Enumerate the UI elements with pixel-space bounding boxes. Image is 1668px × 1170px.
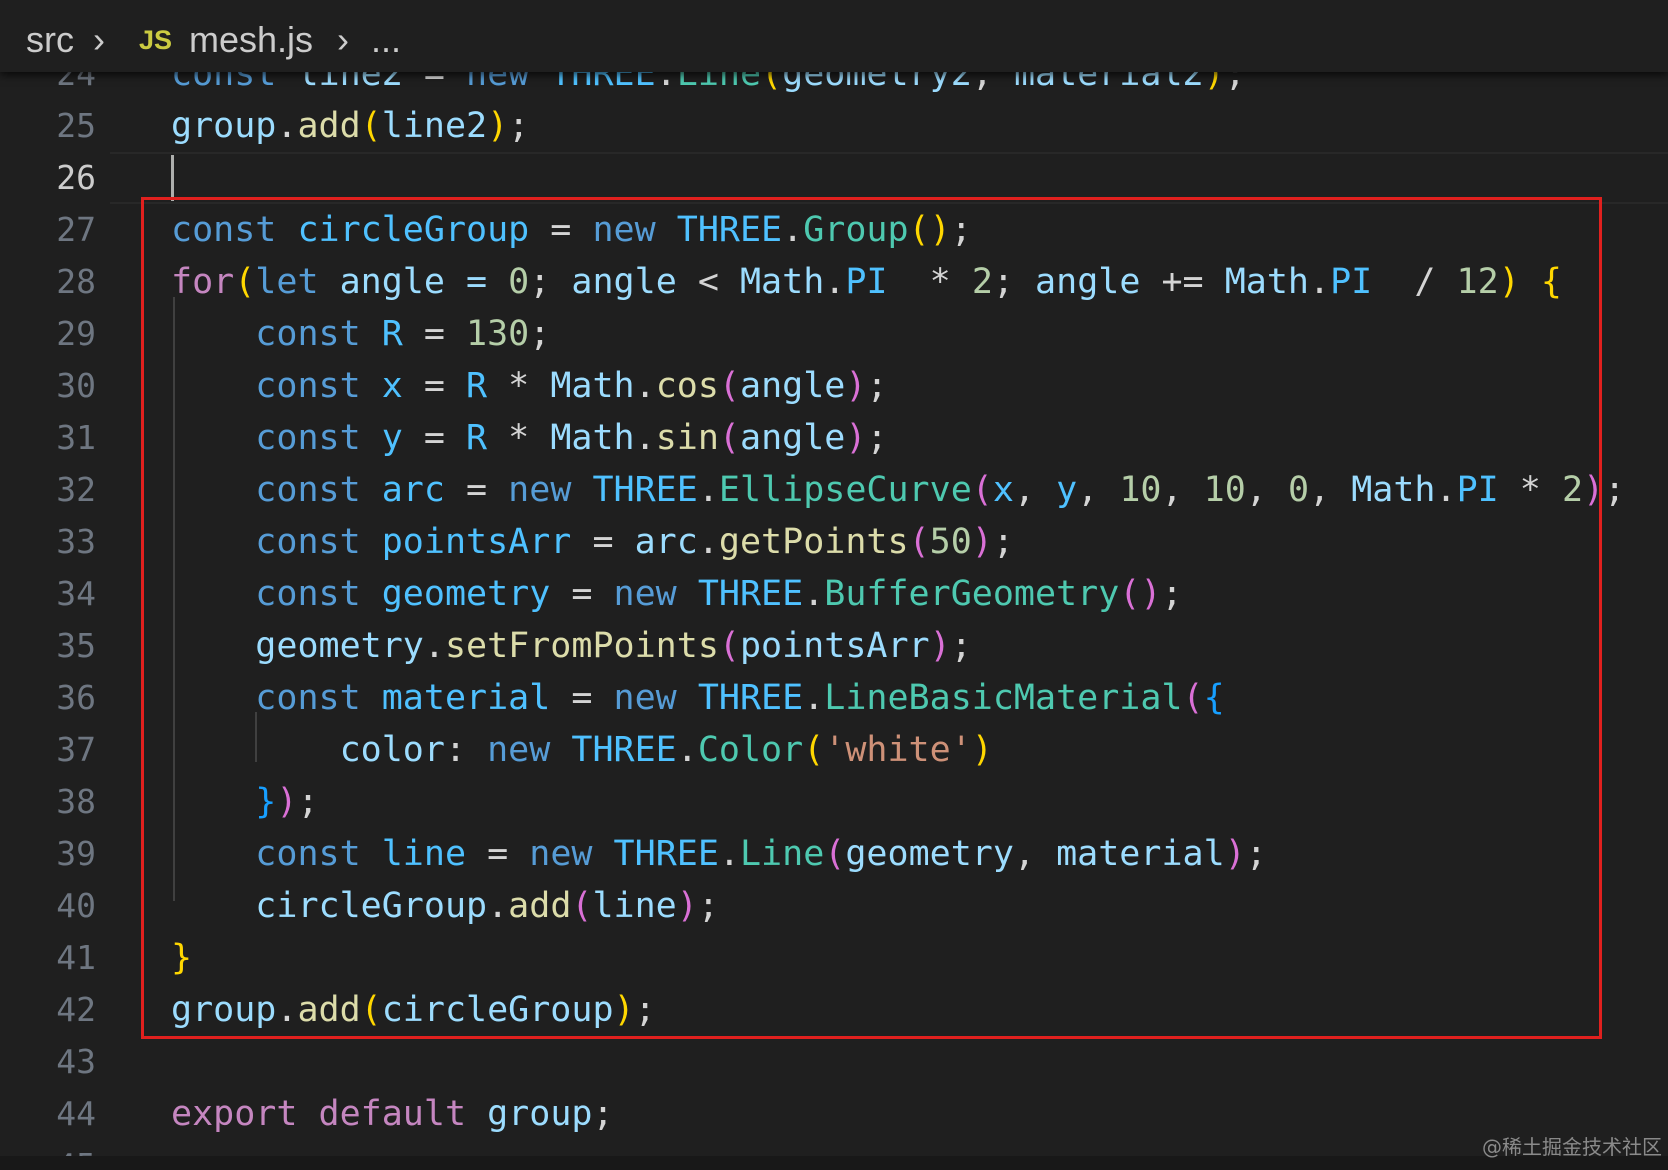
line-number: 44 xyxy=(56,1094,96,1133)
line-number: 27 xyxy=(56,210,96,249)
line-number: 32 xyxy=(56,470,96,509)
code-token: . xyxy=(276,106,298,146)
line-number: 30 xyxy=(56,366,96,405)
code-token: export xyxy=(171,1094,298,1134)
line-number: 43 xyxy=(56,1042,96,1081)
line-number: 39 xyxy=(56,834,96,873)
line-number: 25 xyxy=(56,106,96,145)
code-line[interactable]: 43 xyxy=(0,1036,1668,1088)
horizontal-scrollbar[interactable] xyxy=(0,1156,1668,1170)
line-number: 36 xyxy=(56,678,96,717)
code-text[interactable]: group.add(line2); xyxy=(171,100,529,152)
breadcrumb: src › JS mesh.js › ... xyxy=(0,0,1668,72)
highlight-box xyxy=(141,197,1602,1039)
line-number: 37 xyxy=(56,730,96,769)
breadcrumb-file[interactable]: mesh.js xyxy=(189,18,313,62)
code-token: ; xyxy=(1604,470,1626,510)
chevron-right-icon: › xyxy=(93,19,105,60)
line-number: 38 xyxy=(56,782,96,821)
breadcrumb-folder[interactable]: src xyxy=(26,18,74,62)
javascript-file-icon: JS xyxy=(139,25,173,55)
watermark: @稀土掘金技术社区 xyxy=(1482,1135,1662,1159)
code-token: group xyxy=(487,1094,593,1134)
line-number: 41 xyxy=(56,938,96,977)
code-line[interactable]: 25 group.add(line2); xyxy=(0,100,1668,152)
code-token: ( xyxy=(360,106,382,146)
code-text[interactable]: export default group; xyxy=(171,1088,614,1140)
code-line[interactable]: 44 export default group; xyxy=(0,1088,1668,1140)
line-number: 35 xyxy=(56,626,96,665)
line-number: 40 xyxy=(56,886,96,925)
line-number: 31 xyxy=(56,418,96,457)
text-cursor xyxy=(171,155,174,201)
code-token: add xyxy=(297,106,361,146)
code-token: line2 xyxy=(381,106,488,146)
line-number: 33 xyxy=(56,522,96,561)
code-token: default xyxy=(318,1094,467,1134)
code-token: group xyxy=(171,106,277,146)
line-number: 42 xyxy=(56,990,96,1029)
chevron-right-icon: › xyxy=(337,19,349,60)
code-token: ) xyxy=(487,106,509,146)
line-number: 28 xyxy=(56,262,96,301)
line-number: 26 xyxy=(56,158,96,197)
line-number: 29 xyxy=(56,314,96,353)
tab-bar-edge xyxy=(0,0,1668,5)
code-token: ; xyxy=(592,1094,614,1134)
line-number: 34 xyxy=(56,574,96,613)
breadcrumb-symbol[interactable]: ... xyxy=(371,18,401,62)
code-token: ; xyxy=(508,106,530,146)
